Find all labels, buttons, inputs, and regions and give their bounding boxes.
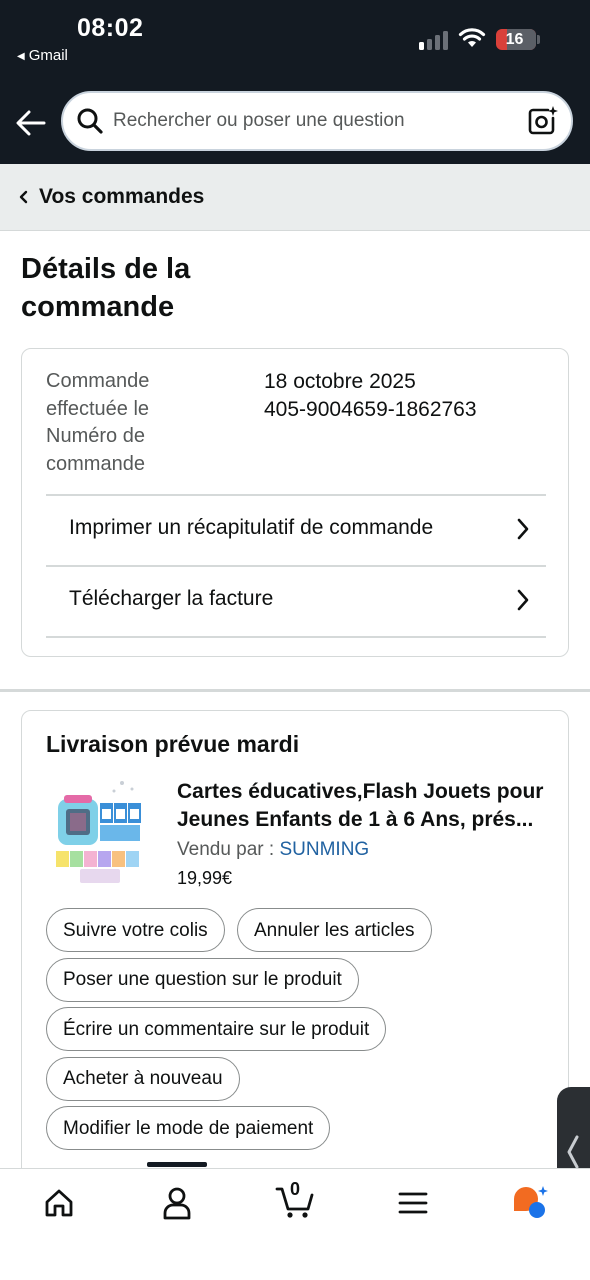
cart-icon — [275, 1187, 314, 1218]
product-image[interactable] — [52, 777, 147, 885]
wifi-icon — [458, 28, 486, 47]
track-package-button[interactable]: Suivre votre colis — [46, 908, 225, 952]
chevron-right-icon — [517, 589, 529, 611]
buy-again-button[interactable]: Acheter à nouveau — [46, 1056, 240, 1101]
change-payment-method-button[interactable]: Modifier le mode de paiement — [46, 1106, 331, 1150]
section-divider — [0, 689, 590, 692]
print-summary-label: Imprimer un récapitulatif de commande — [69, 516, 434, 539]
back-to-gmail-link[interactable]: ◀ Gmail — [17, 47, 68, 64]
row-divider — [46, 636, 546, 638]
download-invoice-label: Télécharger la facture — [69, 587, 274, 610]
download-invoice-row[interactable]: Télécharger la facture — [46, 565, 546, 636]
active-tab-indicator — [147, 1162, 207, 1167]
bottom-tab-bar: 0 — [0, 1162, 590, 1280]
tab-home[interactable] — [24, 1181, 94, 1237]
order-date-label: Commande effectuée le — [46, 370, 150, 420]
search-input[interactable] — [113, 93, 513, 149]
order-meta-labels: Commande effectuée le Numéro de commande — [46, 368, 196, 478]
order-date-value: 18 octobre 2025 — [264, 370, 416, 393]
print-summary-row[interactable]: Imprimer un récapitulatif de commande — [46, 494, 546, 565]
camera-search-icon[interactable] — [527, 105, 559, 137]
seller-info: Vendu par : SUNMING — [177, 839, 369, 861]
tab-cart[interactable]: 0 — [260, 1179, 330, 1237]
app-header: 08:02 ◀ Gmail 16 — [0, 0, 590, 164]
search-bar[interactable] — [61, 91, 573, 151]
menu-icon — [398, 1192, 428, 1214]
seller-link[interactable]: SUNMING — [279, 839, 369, 860]
order-number-label: Numéro de commande — [46, 425, 145, 475]
breadcrumb-label: Vos commandes — [39, 185, 205, 208]
tab-rufus-ai[interactable] — [494, 1181, 564, 1237]
tab-account[interactable] — [142, 1181, 212, 1237]
battery-tip — [537, 35, 540, 44]
chevron-left-icon — [567, 1135, 579, 1169]
rufus-ai-icon — [514, 1186, 548, 1218]
cancel-items-button[interactable]: Annuler les articles — [237, 908, 432, 952]
status-time: 08:02 — [77, 14, 144, 42]
chevron-left-icon — [19, 190, 28, 204]
write-review-button[interactable]: Écrire un commentaire sur le produit — [46, 1007, 387, 1051]
product-title-link[interactable]: Cartes éducatives,Flash Jouets pour Jeun… — [177, 778, 557, 834]
product-price: 19,99€ — [177, 868, 233, 888]
ask-product-question-button[interactable]: Poser une question sur le produit — [46, 957, 359, 1002]
account-icon — [163, 1187, 191, 1220]
breadcrumb-your-orders[interactable]: Vos commandes — [0, 164, 590, 231]
back-app-label: Gmail — [28, 47, 68, 64]
order-summary-card: Commande effectuée le Numéro de commande… — [21, 348, 569, 657]
tab-menu[interactable] — [378, 1181, 448, 1237]
home-icon — [45, 1189, 73, 1217]
chevron-right-icon — [517, 518, 529, 540]
battery-level: 16 — [505, 31, 524, 48]
order-number-value: 405-9004659-1862763 — [264, 397, 477, 421]
delivery-title: Livraison prévue mardi — [46, 731, 300, 757]
page-title: Détails de la commande — [21, 253, 191, 323]
battery-icon: 16 — [496, 29, 536, 50]
order-meta-values: 18 octobre 2025 405-9004659-1862763 — [264, 368, 477, 423]
back-triangle-icon: ◀ — [17, 51, 25, 62]
cellular-signal-icon — [419, 30, 449, 50]
seller-label: Vendu par : — [177, 839, 280, 860]
back-arrow-icon[interactable] — [14, 106, 48, 140]
search-icon — [77, 108, 103, 134]
